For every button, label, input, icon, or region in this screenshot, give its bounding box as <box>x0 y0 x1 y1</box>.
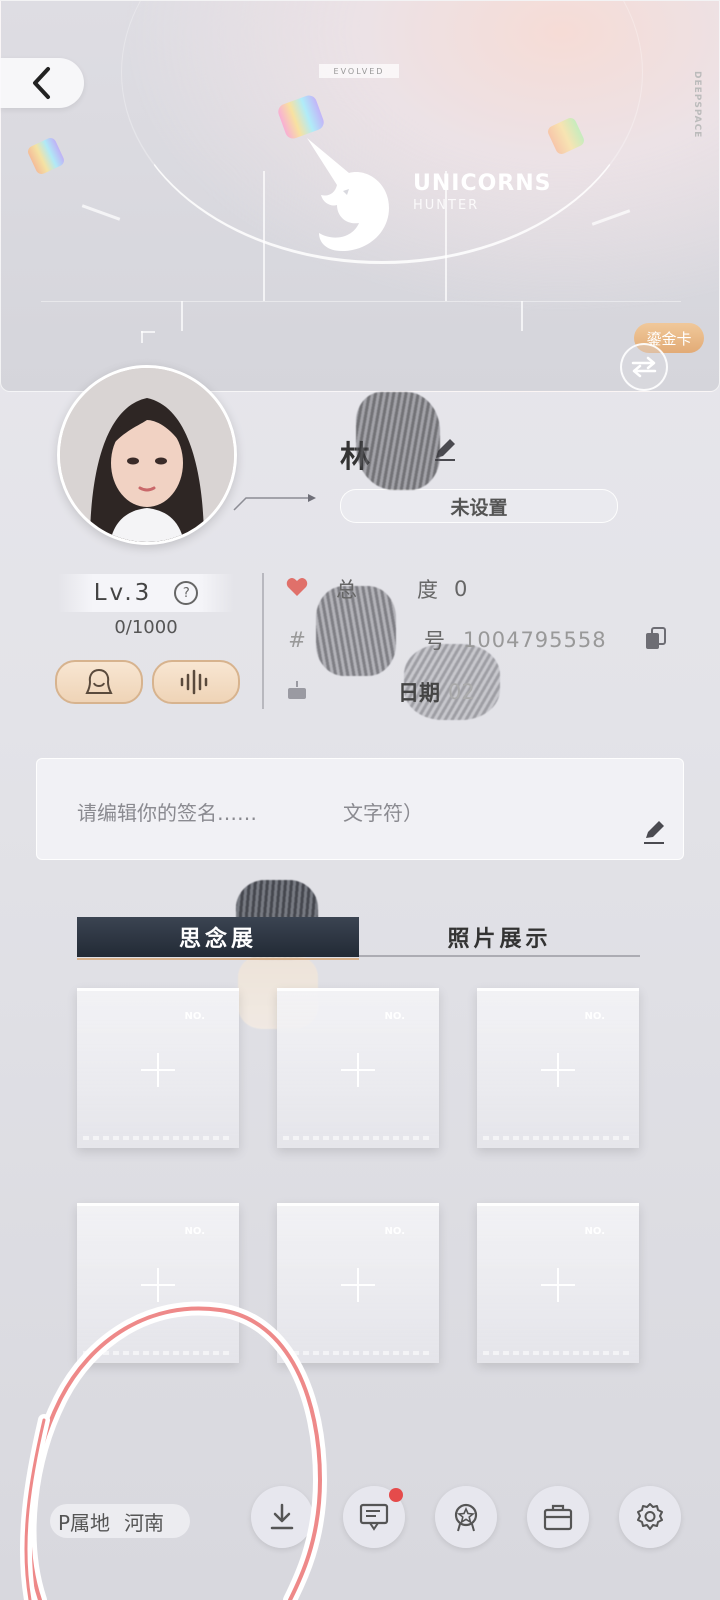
soundwave-icon <box>180 669 208 695</box>
heart-icon <box>284 577 310 602</box>
id-label: 号 <box>424 629 445 653</box>
level-box: Lv.3 ? <box>58 574 234 612</box>
birthday-row: 日期 02 <box>284 676 475 708</box>
cake-icon <box>284 680 310 705</box>
notification-dot <box>389 1488 403 1502</box>
slot-number: NO. <box>384 1011 405 1022</box>
copy-icon[interactable] <box>644 626 668 652</box>
avatar-portrait <box>60 368 234 542</box>
tab-underline <box>359 955 640 957</box>
id-value: 1004795558 <box>463 628 607 652</box>
birthday-label: 日期 <box>398 681 440 705</box>
hud-line <box>591 209 631 226</box>
tab-memories[interactable]: 思念展 <box>77 917 359 960</box>
vertical-divider <box>262 573 264 709</box>
plus-icon <box>141 1052 175 1087</box>
redaction-scribble <box>356 392 440 490</box>
hud-line <box>41 301 681 302</box>
medal-button[interactable] <box>435 1486 497 1548</box>
level-label: Lv.3 <box>93 580 153 606</box>
slot-number: NO. <box>184 1226 205 1237</box>
hud-line <box>263 171 265 301</box>
signature-placeholder-tail: 文字符） <box>343 801 423 825</box>
prism-highlight <box>26 136 66 176</box>
signature-placeholder: 请编辑你的签名…… <box>77 801 257 825</box>
profile-banner: EVOLVED UNICORNS HUNTER DEEPSPACE <box>0 0 720 392</box>
level-help-button[interactable]: ? <box>174 581 199 605</box>
hud-line <box>141 331 143 343</box>
arrow-decoration <box>233 494 316 511</box>
brand-title: UNICORNS <box>413 171 552 196</box>
plus-icon <box>541 1052 575 1087</box>
voice-button[interactable] <box>152 660 240 704</box>
hud-line <box>521 301 523 331</box>
signature-box[interactable]: 请编辑你的签名…… 文字符） <box>36 758 684 860</box>
memory-slot[interactable]: NO. <box>77 988 239 1148</box>
slot-number: NO. <box>584 1226 605 1237</box>
briefcase-icon <box>543 1504 573 1531</box>
brand-subtitle: HUNTER <box>413 198 480 213</box>
chevron-left-icon <box>33 67 50 99</box>
birthday-value: 02 <box>448 680 475 704</box>
status-pill[interactable]: 未设置 <box>340 489 618 523</box>
backpack-button[interactable] <box>527 1486 589 1548</box>
appearance-button[interactable] <box>55 660 143 704</box>
hud-line <box>141 331 155 333</box>
person-outline-icon <box>85 668 113 694</box>
slot-number: NO. <box>384 1226 405 1237</box>
memory-slot[interactable]: NO. <box>477 988 639 1148</box>
slot-number: NO. <box>584 1011 605 1022</box>
back-button[interactable] <box>0 58 84 108</box>
id-row: # 号 1004795558 <box>284 624 607 656</box>
unicorn-logo-icon <box>307 138 389 251</box>
swap-arrows-icon <box>631 356 657 378</box>
settings-button[interactable] <box>619 1486 681 1548</box>
avatar[interactable] <box>57 365 237 545</box>
affection-value: 0 <box>454 577 468 601</box>
affection-label-end: 度 <box>417 578 438 602</box>
affection-row: 总 度 0 <box>284 573 467 605</box>
tab-photos[interactable]: 照片展示 <box>359 917 640 957</box>
message-board-icon <box>359 1503 389 1531</box>
switch-banner-button[interactable] <box>620 343 668 391</box>
red-annotation-circle <box>19 1301 328 1600</box>
gear-icon <box>637 1503 663 1530</box>
hash-icon: # <box>288 628 306 652</box>
plus-icon <box>341 1052 375 1087</box>
deepspace-side-text: DEEPSPACE <box>692 71 702 139</box>
memory-slot[interactable]: NO. <box>477 1203 639 1363</box>
plus-icon <box>541 1267 575 1302</box>
hud-line <box>81 204 121 221</box>
evolved-badge: EVOLVED <box>319 64 399 78</box>
medal-icon <box>454 1503 478 1532</box>
affection-label: 总 <box>336 578 357 602</box>
memory-slot[interactable]: NO. <box>277 988 439 1148</box>
hud-line <box>181 301 183 331</box>
slot-number: NO. <box>184 1011 205 1022</box>
edit-signature-icon[interactable] <box>641 819 667 845</box>
experience-progress: 0/1000 <box>114 617 178 638</box>
